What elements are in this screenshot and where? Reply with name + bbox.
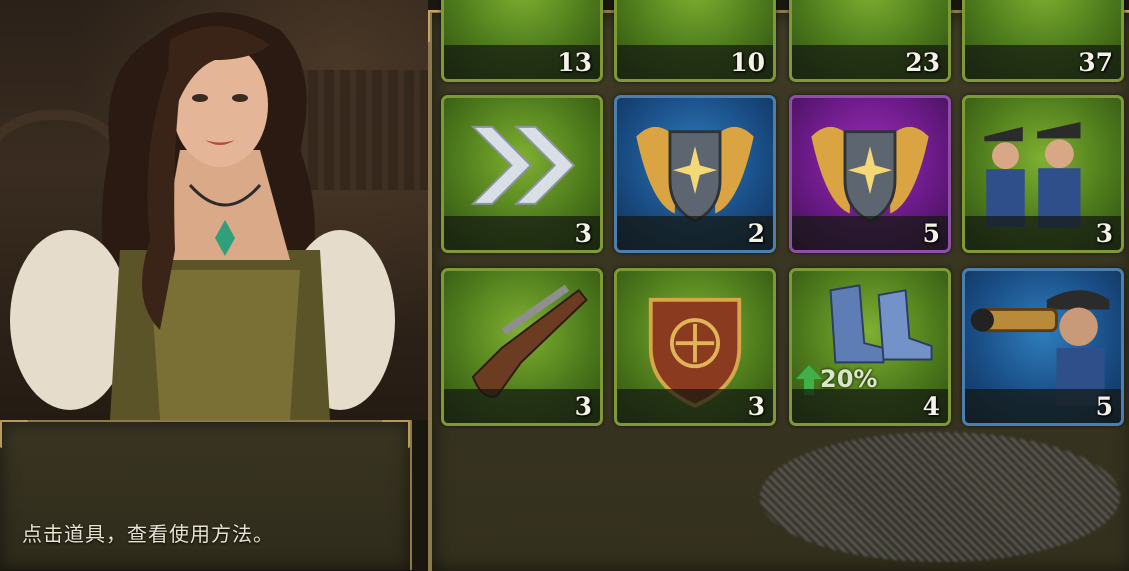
inventory-slot-crest-shield[interactable]: 3 <box>614 268 776 426</box>
item-count: 13 <box>557 48 592 77</box>
inventory-slot-top-4[interactable]: 37 <box>962 0 1124 82</box>
item-count: 3 <box>574 219 592 248</box>
item-count: 3 <box>747 392 765 421</box>
inventory-slot-winged-shield-blue[interactable]: 2 <box>614 95 776 253</box>
inventory-slot-flintlock-pistol[interactable]: 3 <box>441 268 603 426</box>
item-count: 5 <box>1095 392 1113 421</box>
inventory-slot-winged-shield-purple[interactable]: 5 <box>789 95 951 253</box>
item-count: 10 <box>730 48 765 77</box>
character-scene <box>0 0 428 420</box>
inventory-slot-march-speed-boots[interactable]: 20% 4 <box>789 268 951 426</box>
inventory-slot-top-1[interactable]: 13 <box>441 0 603 82</box>
item-count: 4 <box>922 392 940 421</box>
item-count: 37 <box>1078 48 1113 77</box>
advisor-portrait <box>10 12 395 420</box>
item-count: 3 <box>1095 219 1113 248</box>
item-count: 3 <box>574 392 592 421</box>
inventory-slot-spyglass-scout[interactable]: 5 <box>962 268 1124 426</box>
item-count: 2 <box>747 219 765 248</box>
blurred-watermark <box>760 432 1120 562</box>
inventory-slot-soldiers[interactable]: 3 <box>962 95 1124 253</box>
dialog-text: 点击道具，查看使用方法。 <box>22 522 274 546</box>
inventory-slot-top-3[interactable]: 23 <box>789 0 951 82</box>
inventory-slot-speedup-arrows[interactable]: 3 <box>441 95 603 253</box>
dialog-box <box>0 420 412 570</box>
item-count: 23 <box>905 48 940 77</box>
dialog-corner-ornament <box>0 420 28 448</box>
dialog-corner-ornament <box>382 420 410 448</box>
item-count: 5 <box>922 219 940 248</box>
inventory-slot-top-2[interactable]: 10 <box>614 0 776 82</box>
